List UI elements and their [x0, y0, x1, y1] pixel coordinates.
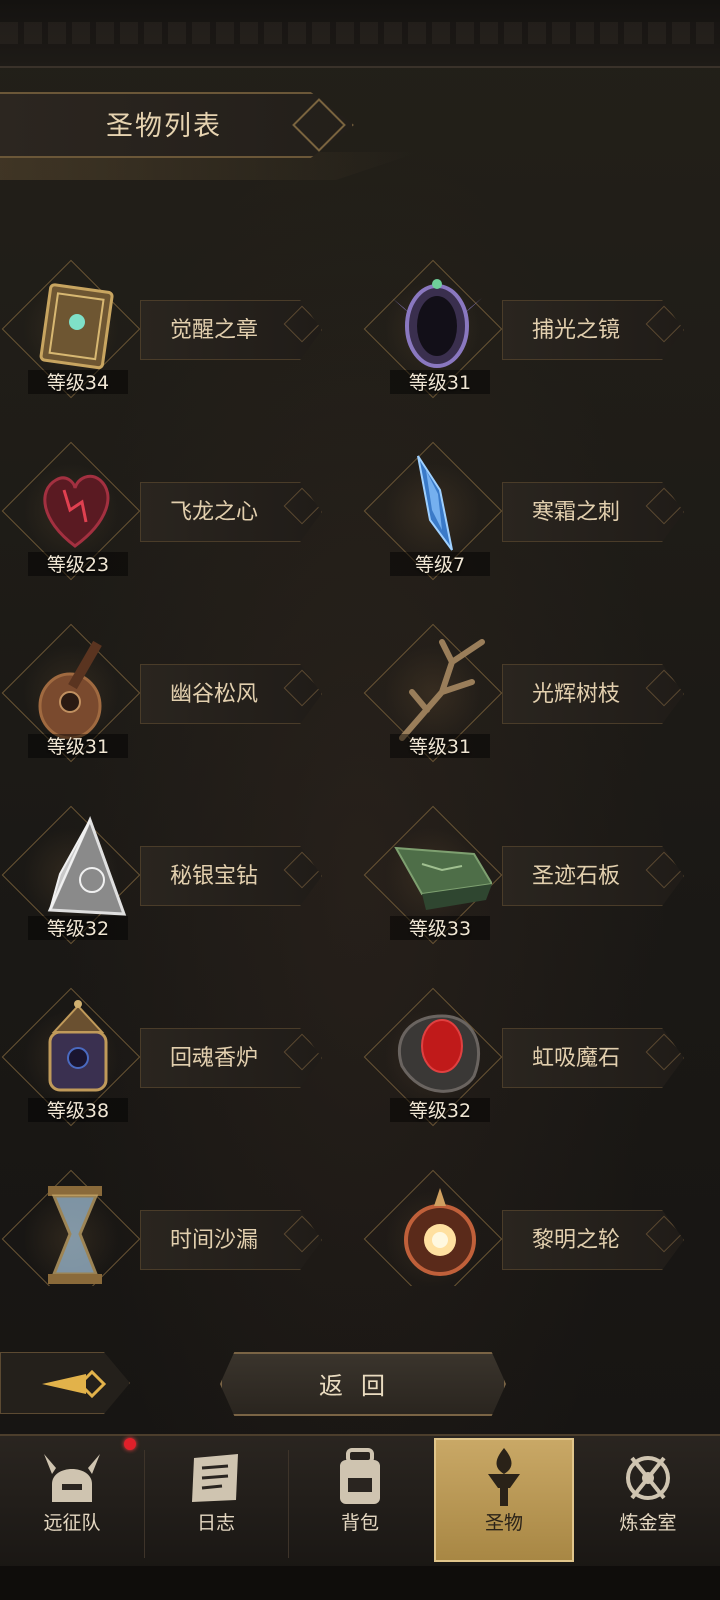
relic-card[interactable]: 寒霜之刺 等级7 [362, 440, 702, 581]
relic-level: 等级31 [408, 736, 472, 758]
backpack-icon [340, 1448, 380, 1504]
relic-level: 等级32 [408, 1100, 472, 1122]
relic-card[interactable]: 飞龙之心 等级23 [0, 440, 340, 581]
mirror-relic-icon [392, 279, 482, 368]
relic-card[interactable]: 时间沙漏 [0, 1168, 340, 1286]
relic-level: 等级32 [46, 918, 110, 940]
nav-tab-alchemy[interactable]: 炼金室 [578, 1440, 718, 1564]
pyramid-relic-icon [47, 815, 127, 916]
relic-card[interactable]: 黎明之轮 [362, 1168, 702, 1286]
relic-name: 回魂香炉 [170, 1046, 259, 1071]
relic-name: 飞龙之心 [170, 500, 259, 525]
relic-name: 黎明之轮 [532, 1228, 621, 1253]
arrow-left-icon [42, 1369, 107, 1399]
relic-name: 虹吸魔石 [532, 1046, 621, 1071]
relic-name: 光辉树枝 [532, 682, 621, 707]
relic-name: 圣迹石板 [532, 864, 621, 889]
branch-relic-icon [399, 639, 485, 741]
helmet-icon [44, 1454, 100, 1502]
page-title: 圣物列表 [106, 111, 222, 142]
relic-level: 等级31 [408, 372, 472, 394]
dawn-wheel-relic-icon [404, 1188, 476, 1276]
hourglass-relic-icon [48, 1186, 102, 1284]
nav-tab-backpack[interactable]: 背包 [290, 1440, 430, 1564]
relic-card[interactable]: 圣迹石板 等级33 [362, 804, 702, 945]
alchemy-icon [626, 1456, 670, 1500]
nav-label: 背包 [340, 1512, 379, 1534]
nav-label: 炼金室 [619, 1512, 677, 1534]
dragon-heart-relic-icon [43, 474, 110, 548]
censer-relic-icon [48, 1000, 108, 1092]
relic-name: 幽谷松风 [170, 682, 259, 707]
relic-card[interactable]: 秘银宝钻 等级32 [0, 804, 340, 945]
relic-name: 捕光之镜 [532, 318, 621, 343]
nav-tab-relics[interactable]: 圣物 [434, 1438, 574, 1562]
scroll-icon [192, 1454, 238, 1502]
notification-badge [124, 1438, 136, 1450]
relic-card[interactable]: 虹吸魔石 等级32 [362, 986, 702, 1127]
top-decorative-band [0, 0, 720, 68]
relic-level: 等级33 [408, 918, 472, 940]
nav-divider [288, 1450, 289, 1558]
book-relic-icon [39, 283, 114, 370]
back-button-label: 返回 [319, 1372, 403, 1400]
relic-card[interactable]: 觉醒之章 等级34 [0, 258, 340, 399]
relic-level: 等级23 [46, 554, 110, 576]
nav-tab-expedition[interactable]: 远征队 [2, 1440, 142, 1564]
relic-card[interactable]: 捕光之镜 等级31 [362, 258, 702, 399]
stone-tablet-relic-icon [394, 846, 492, 910]
relic-name: 觉醒之章 [170, 318, 259, 343]
torch-icon [488, 1448, 520, 1506]
relic-card[interactable]: 回魂香炉 等级38 [0, 986, 340, 1127]
relic-level: 等级34 [46, 372, 110, 394]
relic-card[interactable]: 幽谷松风 等级31 [0, 622, 340, 763]
nav-tab-log[interactable]: 日志 [146, 1440, 286, 1564]
nav-label: 圣物 [484, 1512, 523, 1534]
frost-shard-relic-icon [417, 455, 453, 551]
relic-card[interactable]: 光辉树枝 等级31 [362, 622, 702, 763]
relic-level: 等级7 [414, 554, 466, 576]
relic-level: 等级31 [46, 736, 110, 758]
nav-label: 远征队 [43, 1512, 101, 1534]
relic-name: 寒霜之刺 [532, 500, 621, 525]
relic-level: 等级38 [46, 1100, 110, 1122]
relic-name: 时间沙漏 [170, 1228, 259, 1253]
nav-label: 日志 [196, 1512, 235, 1534]
lute-relic-icon [38, 640, 102, 740]
red-gem-relic-icon [397, 1014, 480, 1093]
bottom-strip [0, 1566, 720, 1600]
nav-divider [144, 1450, 145, 1558]
relic-name: 秘银宝钻 [170, 864, 259, 889]
